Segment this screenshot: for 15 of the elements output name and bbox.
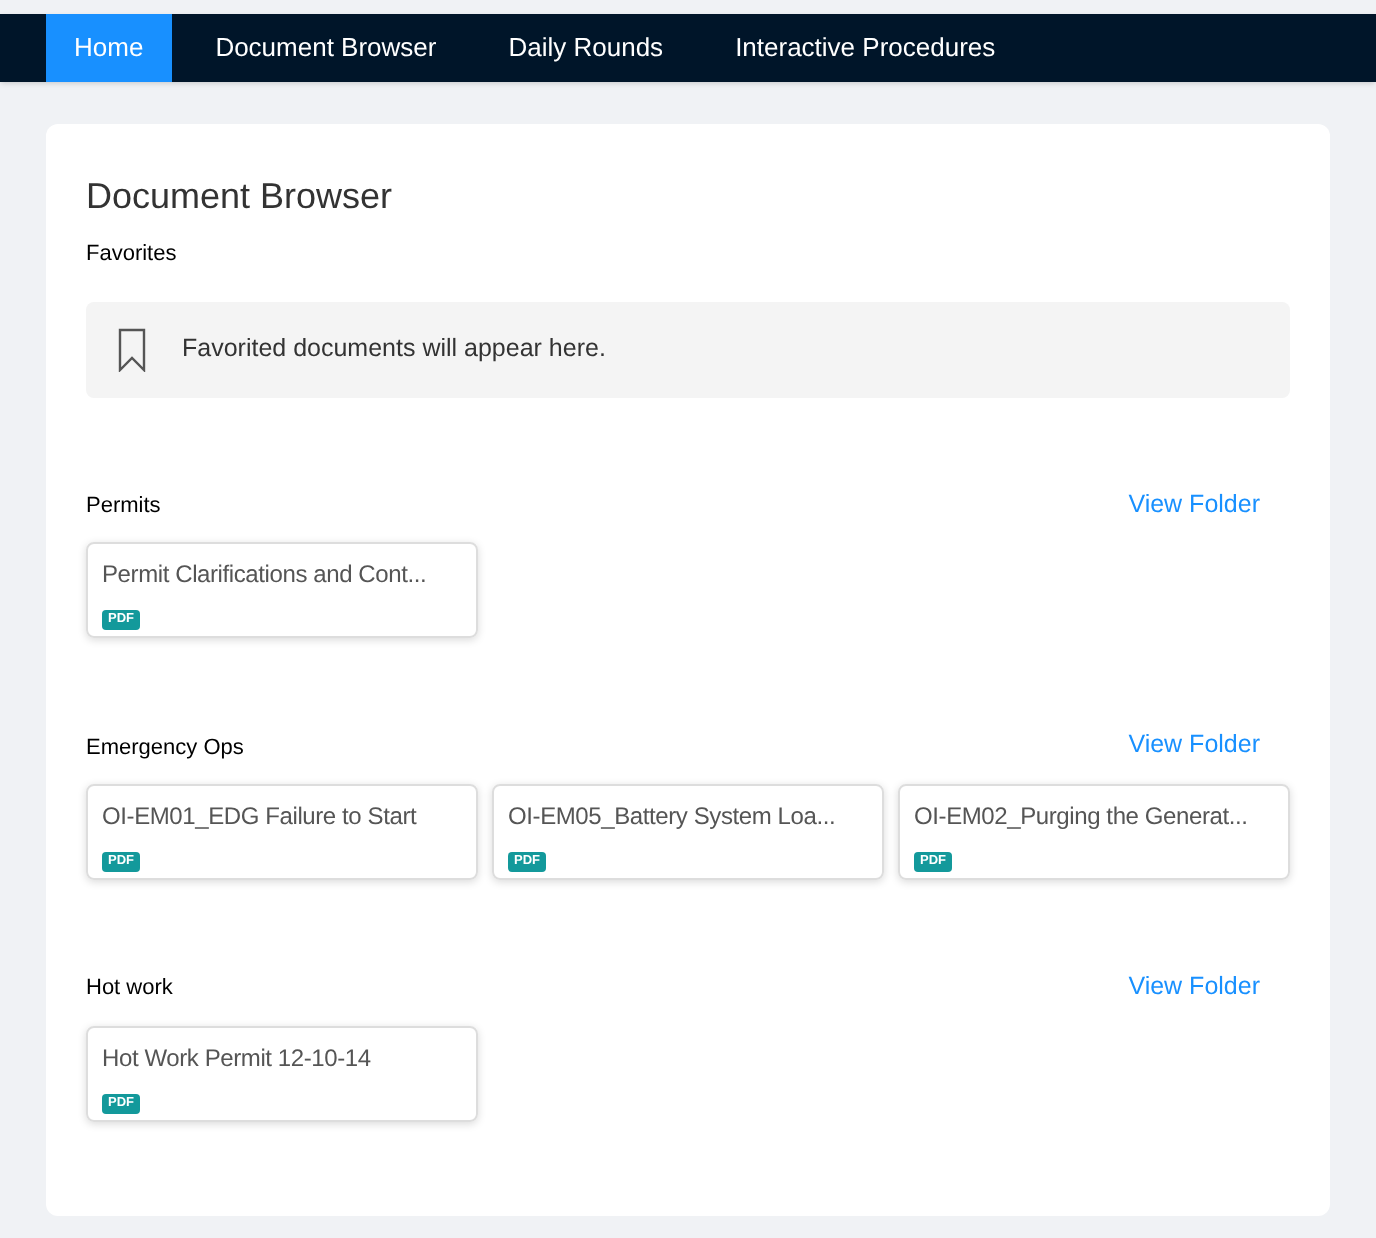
page-title: Document Browser: [86, 174, 395, 220]
folder-heading: Emergency Ops: [86, 733, 244, 763]
nav-tab[interactable]: Interactive Procedures: [707, 14, 1024, 82]
folder-heading: Hot work: [86, 974, 173, 1005]
document-title: OI-EM01_EDG Failure to Start: [102, 800, 419, 832]
document-title: Hot Work Permit 12-10-14: [102, 1041, 373, 1074]
document-title: OI-EM02_Purging the Generat...: [914, 800, 1250, 832]
empty-message: Favorited documents will appear here.: [182, 332, 606, 367]
nav-tab[interactable]: Daily Rounds: [480, 14, 692, 82]
nav-tab[interactable]: Document Browser: [187, 14, 465, 82]
document-title: Permit Clarifications and Cont...: [102, 558, 429, 591]
folder-heading: Permits: [86, 491, 161, 522]
document-title: OI-EM05_Battery System Loa...: [508, 800, 838, 832]
section-heading: Favorites: [86, 240, 179, 270]
bookmark-icon: [118, 327, 146, 371]
